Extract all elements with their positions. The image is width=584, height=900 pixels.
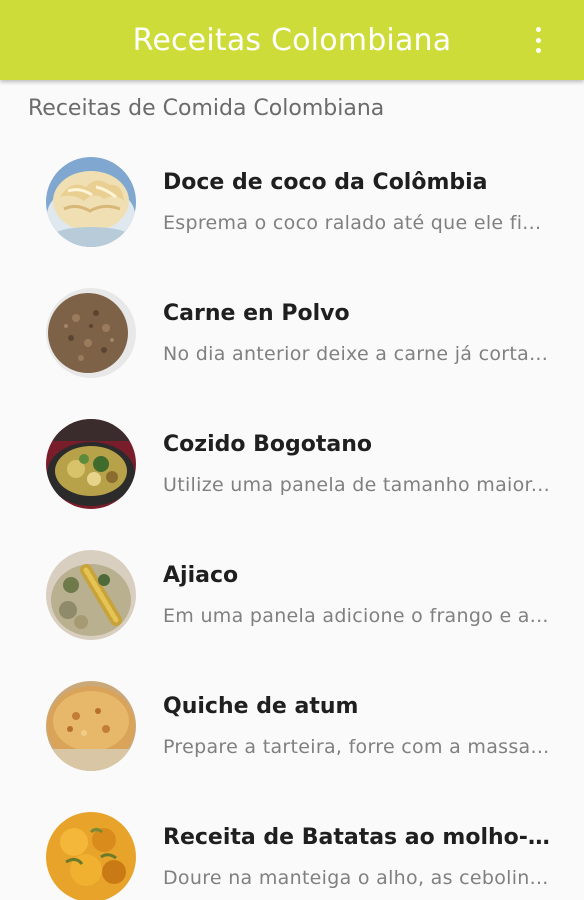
recipe-list-item[interactable]: Receita de Batatas ao molho-pa... Doure …: [0, 792, 584, 900]
ground-meat-image: [46, 288, 136, 378]
app-bar: Receitas Colombiana: [0, 0, 584, 80]
recipe-list-item[interactable]: Doce de coco da Colômbia Esprema o coco …: [0, 137, 584, 268]
recipe-title: Cozido Bogotano: [163, 432, 373, 457]
recipe-list-item[interactable]: Quiche de atum Prepare a tarteira, forre…: [0, 661, 584, 792]
recipe-subtitle: Doure na manteiga o alho, as cebolin...: [163, 867, 549, 889]
recipe-subtitle: Utilize uma panela de tamanho maior...: [163, 474, 550, 496]
recipe-subtitle: Prepare a tarteira, forre com a massa...: [163, 736, 550, 758]
menu-dot: [535, 37, 541, 43]
recipe-list-item[interactable]: Cozido Bogotano Utilize uma panela de ta…: [0, 399, 584, 530]
overflow-menu-icon[interactable]: [530, 24, 546, 56]
recipe-title: Carne en Polvo: [163, 301, 350, 326]
recipe-title: Receita de Batatas ao molho-pa...: [163, 825, 558, 850]
recipe-title: Quiche de atum: [163, 694, 359, 719]
app-screen: Receitas Colombiana Receitas de Comida C…: [0, 0, 584, 900]
recipe-list: Doce de coco da Colômbia Esprema o coco …: [0, 137, 584, 900]
recipe-subtitle: No dia anterior deixe a carne já corta..…: [163, 343, 549, 365]
recipe-subtitle: Em uma panela adicione o frango e a...: [163, 605, 549, 627]
coconut-dessert-image: [46, 157, 136, 247]
recipe-title: Ajiaco: [163, 563, 239, 588]
recipe-list-item[interactable]: Ajiaco Em uma panela adicione o frango e…: [0, 530, 584, 661]
recipe-subtitle: Esprema o coco ralado até que ele fi...: [163, 212, 542, 234]
tuna-quiche-image: [46, 681, 136, 771]
ajiaco-image: [46, 550, 136, 640]
potatoes-sauce-image: [46, 812, 136, 900]
section-header: Receitas de Comida Colombiana: [28, 96, 385, 121]
recipe-title: Doce de coco da Colômbia: [163, 170, 488, 195]
recipe-list-item[interactable]: Carne en Polvo No dia anterior deixe a c…: [0, 268, 584, 399]
menu-dot: [535, 27, 541, 32]
app-title: Receitas Colombiana: [132, 22, 452, 58]
menu-dot: [535, 48, 541, 53]
stew-image: [46, 419, 136, 509]
